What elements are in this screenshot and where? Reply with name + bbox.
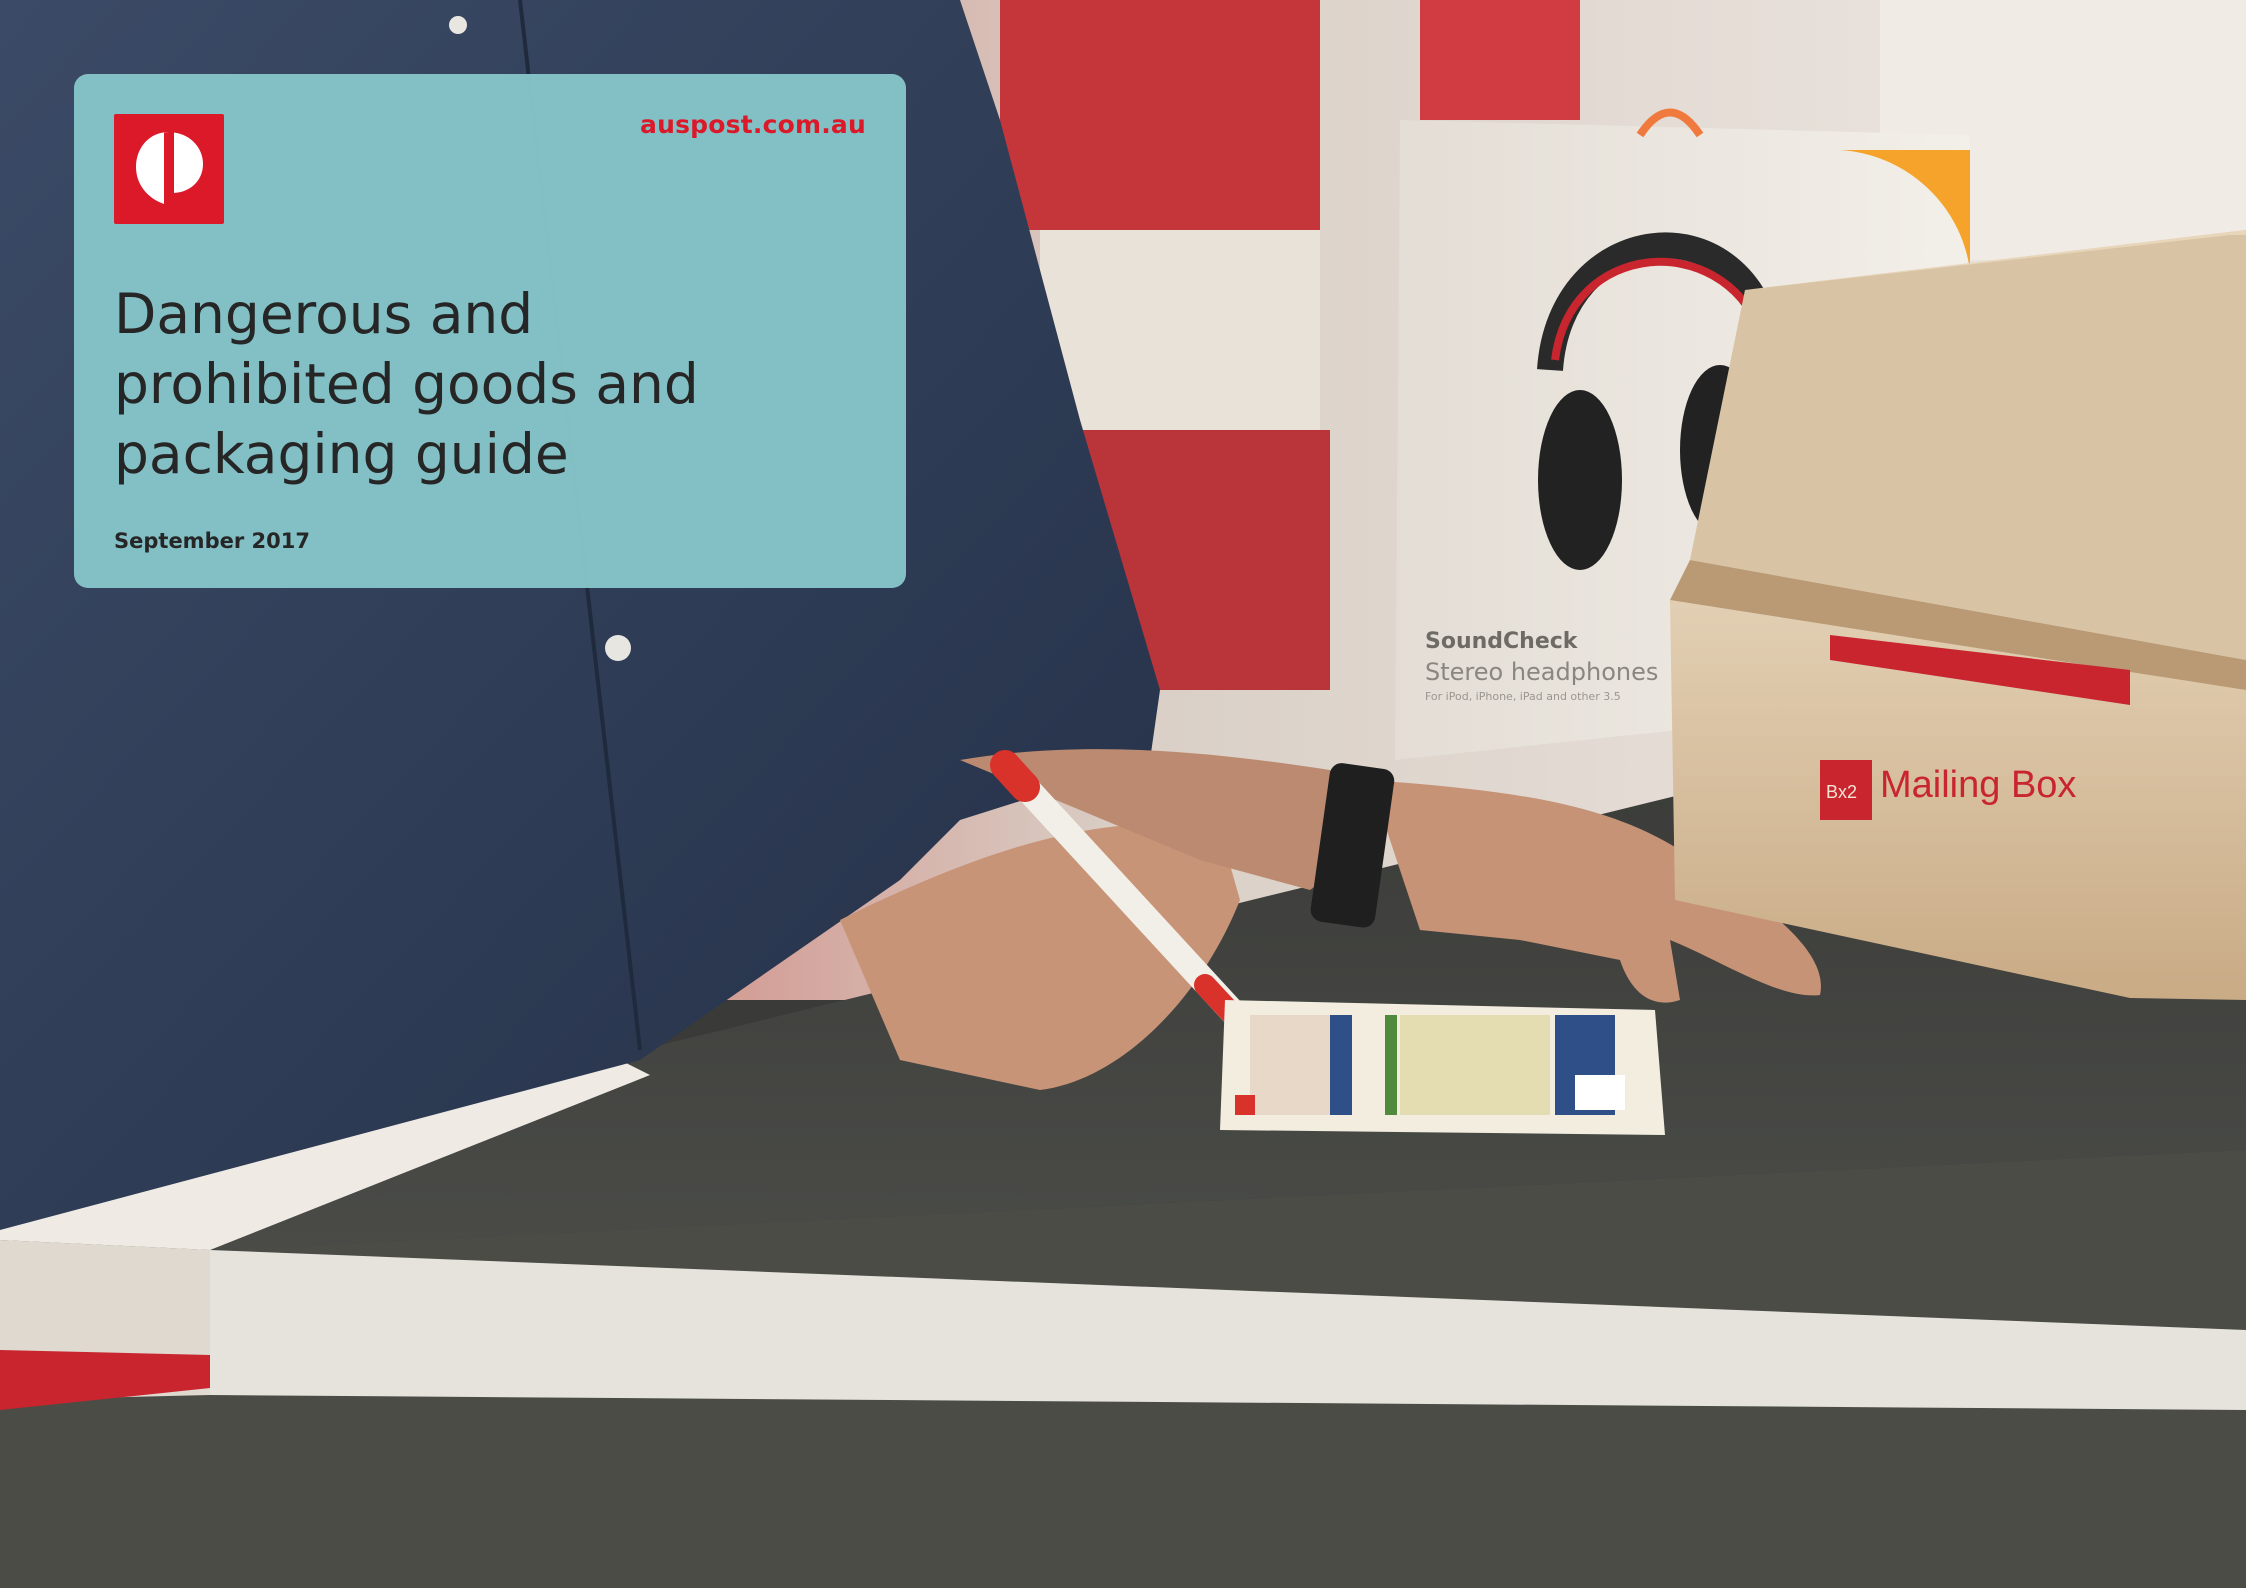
title-panel: auspost.com.au Dangerous and prohibited …	[74, 74, 906, 588]
shipping-label	[1220, 1000, 1665, 1135]
australia-post-logo	[114, 114, 224, 224]
shirt-button	[449, 16, 467, 34]
svg-text:SoundCheck: SoundCheck	[1425, 629, 1579, 654]
shirt-button	[605, 635, 631, 661]
document-title: Dangerous and prohibited goods and packa…	[114, 282, 699, 486]
red-shelf-box	[1420, 0, 1580, 120]
svg-text:For iPod, iPhone, iPad and oth: For iPod, iPhone, iPad and other 3.5	[1425, 690, 1621, 703]
mailing-box: Bx2 Mailing Box	[1670, 230, 2246, 1000]
red-shelf-box	[1000, 0, 1320, 230]
shelf-box	[1040, 230, 1320, 430]
svg-text:Mailing Box: Mailing Box	[1880, 764, 2076, 806]
publication-date: September 2017	[114, 529, 310, 553]
svg-text:Stereo headphones: Stereo headphones	[1425, 658, 1658, 686]
website-url: auspost.com.au	[640, 110, 866, 139]
svg-text:Bx2: Bx2	[1826, 782, 1857, 802]
